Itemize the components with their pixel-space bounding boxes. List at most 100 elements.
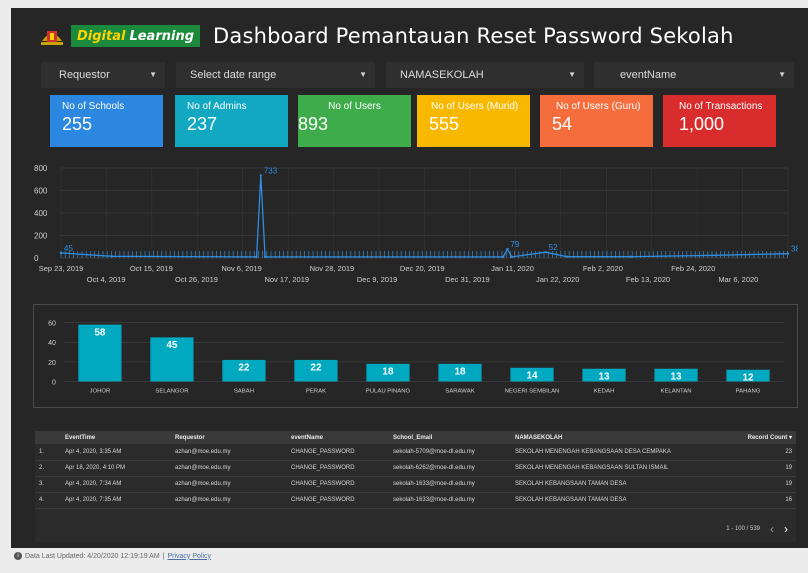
x-tick-label: Feb 24, 2020	[671, 264, 715, 273]
x-category-label: PERAK	[306, 388, 326, 394]
y-tick-label: 40	[48, 340, 56, 347]
page-title: Dashboard Pemantauan Reset Password Seko…	[213, 24, 734, 48]
cell-requestor: azhan@moe.edu.my	[171, 444, 287, 461]
next-page-icon[interactable]: ›	[784, 522, 788, 536]
table-row[interactable]: 1. Apr 4, 2020, 3:35 AM azhan@moe.edu.my CH…	[35, 444, 796, 461]
kpi-value: 54	[552, 114, 573, 134]
x-tick-label: Jan 11, 2020	[491, 264, 534, 273]
chevron-down-icon: ▼	[359, 70, 367, 79]
bar-value-label: 14	[526, 371, 538, 382]
digital-learning-logo: Digital Learning	[71, 25, 201, 47]
data-point	[510, 255, 513, 259]
x-tick-label: Nov 28, 2019	[310, 264, 355, 273]
x-category-label: SABAH	[234, 388, 254, 394]
date-range-filter[interactable]: Select date range ▼	[176, 62, 375, 88]
kpi-card-users-guru: No of Users (Guru) 54	[540, 95, 653, 147]
footer: i Data Last Updated: 4/20/2020 12:19:19 …	[14, 552, 211, 560]
kpi-label: No of Schools	[62, 101, 125, 112]
table-row[interactable]: 2. Apr 18, 2020, 4:10 PM azhan@moe.edu.my C…	[35, 460, 796, 477]
kpi-label: No of Admins	[187, 101, 247, 112]
logo-text-digital: Digital	[77, 28, 126, 44]
col-header-requestor[interactable]: Requestor	[171, 431, 287, 444]
eventname-filter-label: eventName	[620, 69, 677, 81]
kpi-label: No of Transactions	[679, 101, 763, 112]
bar-value-label: 13	[598, 372, 610, 383]
x-category-label: SELANGOR	[155, 388, 188, 394]
privacy-policy-link[interactable]: Privacy Policy	[167, 553, 211, 560]
cell-eventname: CHANGE_PASSWORD	[287, 492, 389, 509]
col-header-record-count[interactable]: Record Count ▾	[726, 431, 796, 444]
namasekolah-filter[interactable]: NAMASEKOLAH ▼	[386, 62, 584, 88]
row-index: 4.	[35, 492, 61, 509]
data-point	[501, 255, 505, 259]
y-tick-label: 400	[34, 209, 48, 218]
cell-school-email: sekolah-6262@moe-dl.edu.my	[389, 460, 511, 477]
cell-school-email: sekolah-1633@moe-dl.edu.my	[389, 492, 511, 509]
row-index: 1.	[35, 444, 61, 461]
timeseries-line-chart: 80060040020004573379 52 38Sep 23, 2019 Oct …	[34, 164, 798, 284]
cell-eventname: CHANGE_PASSWORD	[287, 444, 389, 461]
y-tick-label: 800	[34, 164, 48, 173]
chevron-down-icon: ▼	[778, 70, 786, 79]
kpi-card-schools: No of Schools 255	[50, 95, 163, 147]
cell-namasekolah: SEKOLAH MENENGAH KEBANGSAAN DESA CEMPAKA	[511, 444, 726, 461]
cell-eventname: CHANGE_PASSWORD	[287, 476, 389, 493]
requestor-filter-label: Requestor	[59, 69, 110, 81]
data-label: 45	[64, 244, 73, 253]
row-index: 3.	[35, 476, 61, 493]
col-header-namasekolah[interactable]: NAMASEKOLAH	[511, 431, 726, 444]
kpi-label: No of Users (Guru)	[556, 101, 641, 112]
cell-eventtime: Apr 4, 2020, 7:34 AM	[61, 476, 171, 493]
cell-namasekolah: SEKOLAH KEBANGSAAN TAMAN DESA	[511, 492, 726, 509]
data-last-updated: Data Last Updated: 4/20/2020 12:19:19 AM	[25, 552, 160, 560]
table-row[interactable]: 3. Apr 4, 2020, 7:34 AM azhan@moe.edu.my CH…	[35, 476, 796, 493]
x-tick-label: Dec 20, 2019	[400, 264, 445, 273]
cell-eventname: CHANGE_PASSWORD	[287, 460, 389, 477]
y-tick-label: 0	[52, 379, 56, 386]
cell-requestor: azhan@moe.edu.my	[171, 492, 287, 509]
date-range-filter-label: Select date range	[190, 69, 277, 81]
col-header-school-email[interactable]: School_Email	[389, 431, 511, 444]
data-point	[565, 255, 569, 258]
logo-text-learning: Learning	[129, 28, 195, 44]
x-tick-label: Dec 9, 2019	[357, 275, 397, 284]
info-icon: i	[14, 552, 22, 560]
cell-requestor: azhan@moe.edu.my	[171, 460, 287, 477]
data-point	[259, 174, 263, 177]
prev-page-icon[interactable]: ‹	[770, 522, 774, 536]
cell-record-count: 19	[726, 476, 796, 493]
state-bar-chart: 60 40 20 0 58 JOHOR 45 SELANGOR 22 SABAH 22 PERAK 18…	[33, 304, 798, 408]
x-category-label: NEGERI SEMBILAN	[505, 388, 560, 394]
table-row[interactable]: 4. Apr 4, 2020, 7:35 AM azhan@moe.edu.my CH…	[35, 492, 796, 509]
kpi-value: 893	[298, 114, 329, 134]
cell-school-email: sekolah-1633@moe-dl.edu.my	[389, 476, 511, 493]
bar-value-label: 22	[310, 363, 322, 374]
col-header-index	[35, 431, 61, 444]
col-header-eventtime[interactable]: EventTime	[61, 431, 171, 444]
kpi-card-users-murid: No of Users (Murid) 555	[417, 95, 530, 147]
data-point	[506, 247, 509, 251]
x-tick-label: Sep 23, 2019	[39, 264, 84, 273]
y-tick-label: 0	[34, 254, 39, 263]
requestor-filter[interactable]: Requestor ▼	[41, 62, 165, 88]
row-index: 2.	[35, 460, 61, 477]
x-category-label: PAHANG	[736, 388, 761, 394]
kpi-value: 237	[187, 114, 218, 134]
kpi-card-admins: No of Admins 237	[175, 95, 288, 147]
sort-desc-icon: ▾	[788, 435, 792, 441]
kpi-value: 555	[429, 114, 460, 134]
x-category-label: PULAU PINANG	[366, 388, 411, 394]
chevron-down-icon: ▼	[149, 70, 157, 79]
eventname-filter[interactable]: eventName ▼	[594, 62, 794, 88]
cell-eventtime: Apr 4, 2020, 3:35 AM	[61, 444, 171, 461]
col-header-eventname[interactable]: eventName	[287, 431, 389, 444]
data-point	[255, 255, 258, 259]
x-tick-label: Jan 22, 2020	[536, 275, 579, 284]
cell-record-count: 16	[726, 492, 796, 509]
y-tick-label: 60	[48, 321, 56, 328]
dashboard-canvas: Digital Learning Dashboard Pemantauan Re…	[11, 8, 808, 548]
x-tick-label: Oct 15, 2019	[130, 264, 173, 273]
cell-namasekolah: SEKOLAH KEBANGSAAN TAMAN DESA	[511, 476, 726, 493]
footer-separator: |	[162, 552, 165, 560]
x-category-label: JOHOR	[89, 388, 110, 394]
